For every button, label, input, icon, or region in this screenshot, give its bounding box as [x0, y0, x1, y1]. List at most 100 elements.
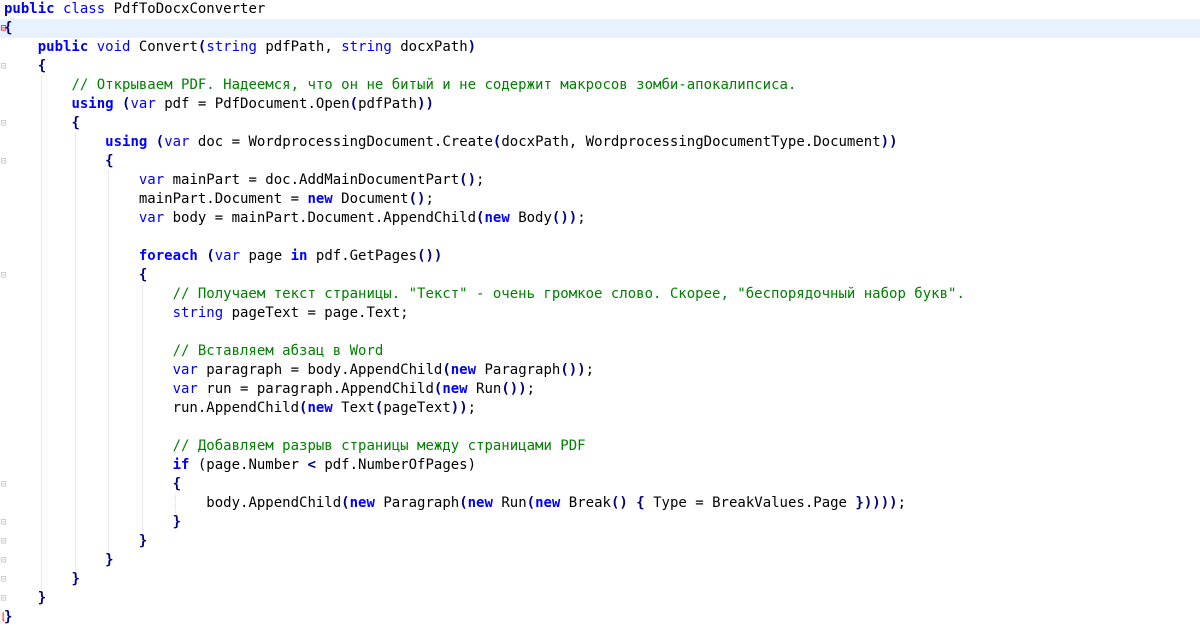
code-token: } [105, 552, 114, 568]
code-token: { [172, 476, 182, 492]
fold-marker-icon[interactable]: ⊟ [0, 57, 7, 76]
code-token: () [459, 172, 477, 188]
code-token: ( [155, 134, 165, 150]
code-line[interactable] [0, 418, 4, 437]
indent-guide [175, 494, 176, 513]
code-line[interactable]: var paragraph = body.AppendChild(new Par… [0, 361, 595, 380]
code-token: pdf.GetPages [307, 248, 418, 264]
code-line[interactable]: public void Convert(string pdfPath, stri… [0, 38, 476, 57]
fold-marker-icon[interactable]: ⌊ [0, 608, 7, 627]
code-token: () [610, 495, 628, 511]
code-comment: // Добавляем разрыв страницы между стран… [172, 438, 586, 454]
fold-marker-icon[interactable]: ⊟ [0, 513, 7, 532]
fold-marker-icon[interactable]: ⊟ [0, 19, 7, 38]
code-line[interactable]: { [0, 266, 147, 285]
code-keyword: using [71, 96, 114, 112]
code-keyword: string [341, 39, 392, 55]
code-line[interactable]: var body = mainPart.Document.AppendChild… [0, 209, 586, 228]
code-comment: // Открываем PDF. Надеемся, что он не би… [71, 77, 797, 93]
code-line[interactable]: // Получаем текст страницы. "Текст" - оч… [0, 285, 965, 304]
code-line[interactable]: } [0, 570, 80, 589]
code-token: Convert [138, 39, 198, 55]
code-keyword: var [172, 362, 198, 378]
code-token: Body [509, 210, 552, 226]
code-token: pdf.NumberOfPages) [315, 457, 477, 473]
code-line[interactable] [0, 228, 4, 247]
code-line[interactable] [0, 323, 4, 342]
code-line[interactable]: run.AppendChild(new Text(pageText)); [0, 399, 477, 418]
code-keyword: new [450, 362, 477, 378]
code-line[interactable]: } [0, 551, 114, 570]
code-line[interactable]: { [0, 19, 1200, 38]
code-token: Text [332, 400, 375, 416]
code-line[interactable]: } [0, 532, 147, 551]
code-line[interactable]: var mainPart = doc.AddMainDocumentPart()… [0, 171, 485, 190]
code-token: { [71, 115, 80, 131]
code-token: ; [467, 400, 477, 416]
code-token: ; [577, 210, 586, 226]
code-line[interactable]: public class PdfToDocxConverter [0, 0, 265, 19]
code-line[interactable]: // Добавляем разрыв страницы между стран… [0, 437, 586, 456]
code-token: ( [459, 495, 468, 511]
code-keyword: foreach [138, 248, 198, 264]
fold-marker-icon[interactable]: ⊟ [0, 532, 7, 551]
code-line[interactable]: if (page.Number < pdf.NumberOfPages) [0, 456, 476, 475]
code-token: Document [332, 191, 409, 207]
code-keyword: string [206, 39, 257, 55]
code-line[interactable]: var run = paragraph.AppendChild(new Run(… [0, 380, 536, 399]
code-editor[interactable]: public class PdfToDocxConverter{⊟ public… [0, 0, 1200, 638]
code-token: })))) [855, 495, 898, 511]
code-keyword: var [172, 381, 198, 397]
code-line[interactable]: foreach (var page in pdf.GetPages()) [0, 247, 443, 266]
code-line[interactable]: using (var pdf = PdfDocument.Open(pdfPat… [0, 95, 434, 114]
code-line[interactable]: { [0, 152, 113, 171]
fold-marker-icon[interactable]: ⊟ [0, 114, 7, 133]
code-line[interactable]: { [0, 114, 80, 133]
code-line[interactable]: using (var doc = WordprocessingDocument.… [0, 133, 897, 152]
code-line[interactable]: } [0, 513, 181, 532]
fold-marker-icon[interactable]: ⊟ [0, 570, 7, 589]
code-token: () [408, 191, 426, 207]
code-token: page [240, 248, 291, 264]
code-line[interactable]: mainPart.Document = new Document(); [0, 190, 434, 209]
code-line[interactable]: body.AppendChild(new Paragraph(new Run(n… [0, 494, 906, 513]
code-token: body.AppendChild [206, 495, 342, 511]
fold-marker-icon[interactable]: ⊟ [0, 589, 7, 608]
fold-marker-icon[interactable]: ⊟ [0, 551, 7, 570]
code-line[interactable]: // Вставляем абзац в Word [0, 342, 384, 361]
code-token: paragraph = body.AppendChild [197, 362, 443, 378]
code-token: pageText = page.Text; [223, 305, 409, 321]
code-comment: // Получаем текст страницы. "Текст" - оч… [172, 286, 965, 302]
code-token: pdfPath [358, 96, 418, 112]
indent-guide [41, 76, 43, 589]
code-line[interactable]: string pageText = page.Text; [0, 304, 409, 323]
code-token: ; [425, 191, 434, 207]
fold-marker-icon[interactable]: ⊟ [0, 152, 7, 171]
code-token: ( [349, 96, 359, 112]
fold-marker-icon[interactable]: ⊟ [0, 475, 7, 494]
fold-marker-icon[interactable]: ⊟ [0, 266, 7, 285]
code-keyword: new [535, 495, 561, 511]
code-token: mainPart.Document = [138, 191, 308, 207]
code-token: } [71, 571, 80, 587]
code-keyword: new [307, 191, 333, 207]
indent-guide [74, 133, 76, 570]
code-keyword: new [349, 495, 375, 511]
code-token: ; [897, 495, 906, 511]
code-keyword: using [105, 134, 148, 150]
code-line[interactable]: // Открываем PDF. Надеемся, что он не би… [0, 76, 796, 95]
code-token: ( [341, 495, 350, 511]
code-keyword: public [4, 1, 55, 17]
code-line[interactable]: { [0, 475, 181, 494]
code-keyword: var [164, 134, 190, 150]
